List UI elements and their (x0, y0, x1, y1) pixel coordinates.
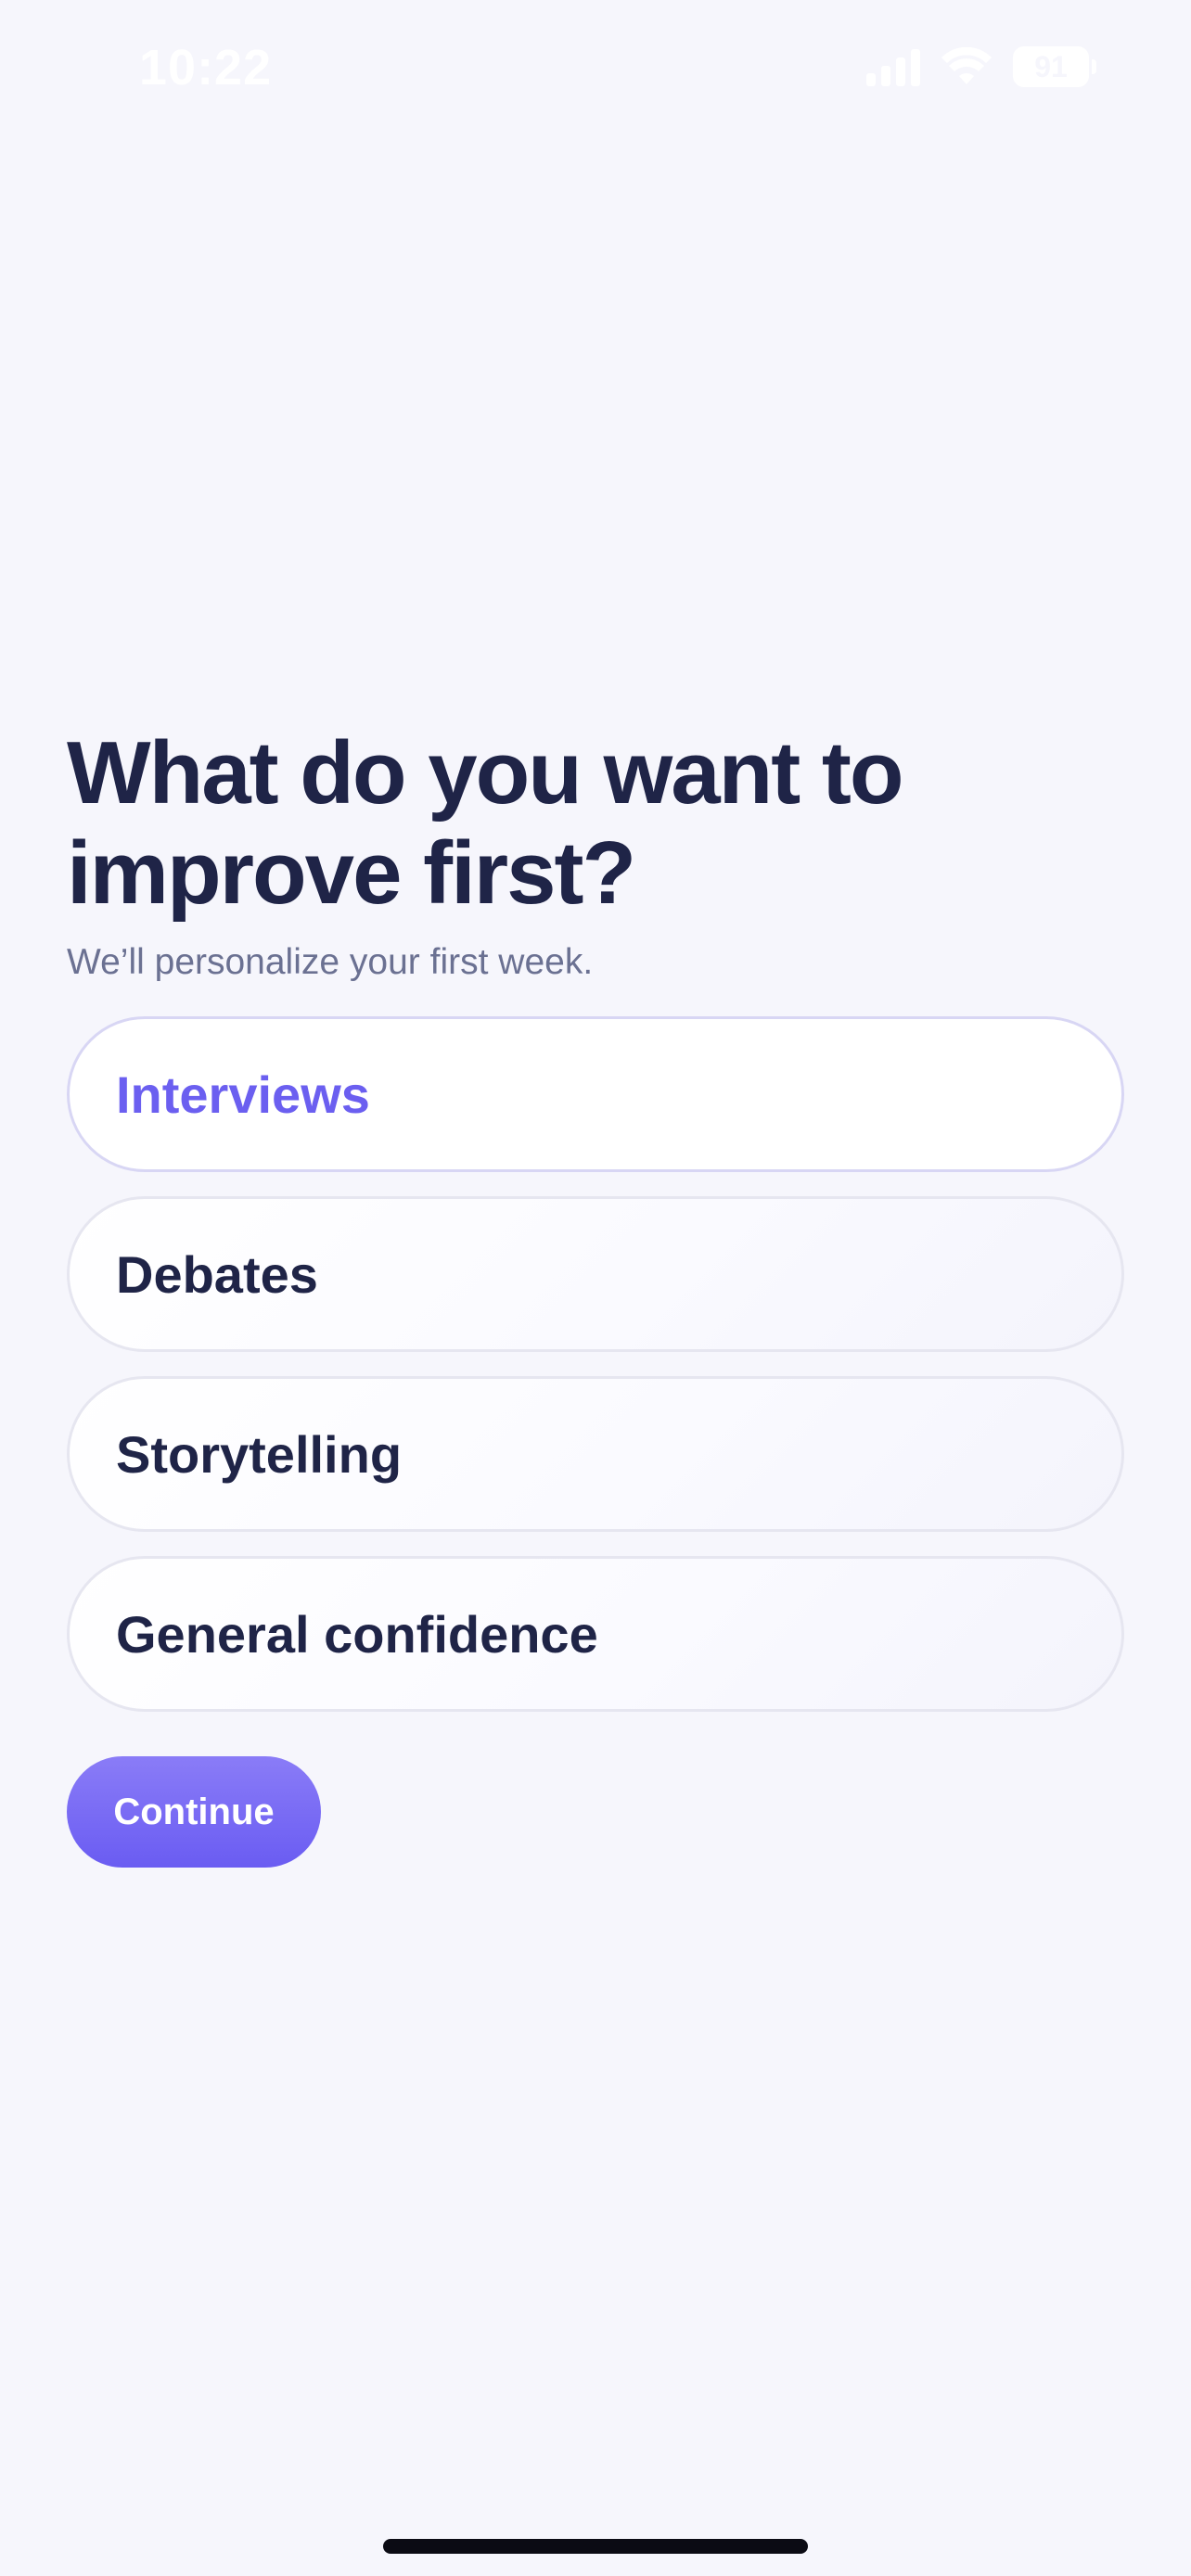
option-interviews[interactable]: Interviews (67, 1016, 1124, 1172)
option-label: General confidence (116, 1604, 598, 1664)
status-time: 10:22 (139, 40, 273, 96)
battery-level: 91 (1034, 49, 1068, 83)
option-storytelling[interactable]: Storytelling (67, 1376, 1124, 1532)
option-debates[interactable]: Debates (67, 1196, 1124, 1352)
page-title: What do you want to improve first? (67, 723, 904, 923)
wifi-icon (941, 47, 992, 84)
main-content: What do you want to improve first? We’ll… (67, 723, 1124, 1868)
option-label: Debates (116, 1244, 318, 1304)
battery-icon: 91 (1013, 46, 1096, 87)
continue-button[interactable]: Continue (67, 1756, 321, 1868)
onboarding-screen: 10:22 91 What do you want to improve fir… (0, 0, 1191, 2576)
page-subtitle: We’ll personalize your first week. (67, 942, 594, 982)
option-label: Storytelling (116, 1424, 403, 1484)
status-icons: 91 (866, 46, 1096, 87)
signal-icon (866, 47, 920, 86)
home-indicator[interactable] (383, 2539, 808, 2554)
status-bar: 10:22 91 (0, 0, 1191, 139)
option-list: Interviews Debates Storytelling General … (67, 1016, 1124, 1712)
option-label: Interviews (116, 1065, 370, 1124)
option-general-confidence[interactable]: General confidence (67, 1556, 1124, 1712)
